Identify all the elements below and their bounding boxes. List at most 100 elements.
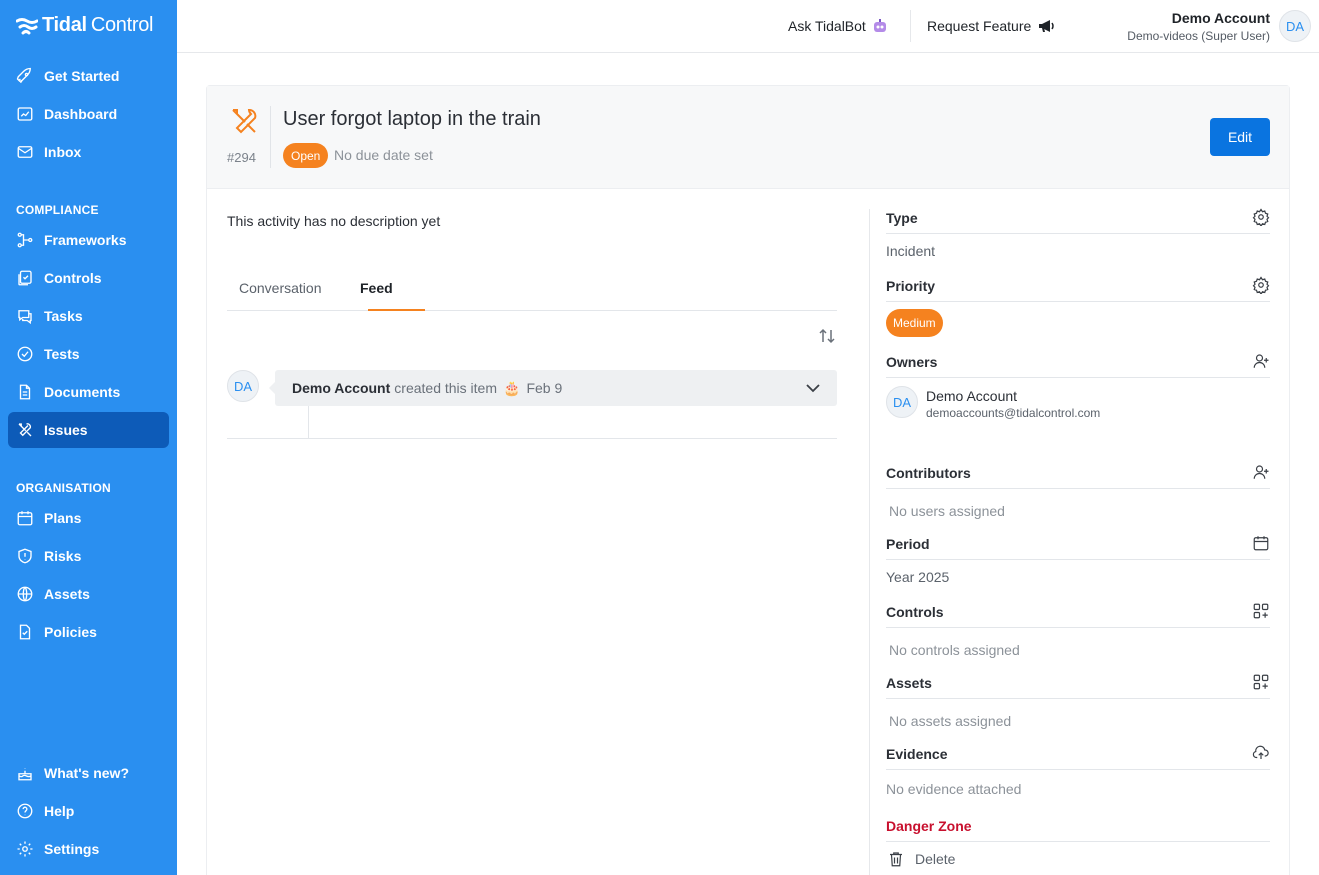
brand-logo[interactable]: Tidal Control (16, 14, 153, 37)
cloud-upload-icon[interactable] (1252, 744, 1270, 762)
contributors-heading: Contributors (886, 465, 971, 481)
add-grid-icon[interactable] (1252, 673, 1270, 691)
calendar-icon[interactable] (1252, 534, 1270, 552)
type-label: Type (886, 208, 1270, 234)
sidebar-item-dashboard[interactable]: Dashboard (8, 96, 169, 132)
issue-header: #294 User forgot laptop in the train Ope… (207, 86, 1289, 189)
delete-label: Delete (915, 851, 956, 867)
owners-heading: Owners (886, 354, 938, 370)
add-user-icon[interactable] (1252, 352, 1270, 370)
sidebar-item-label: Dashboard (44, 106, 118, 122)
chat-icon (18, 310, 32, 325)
shield-icon (18, 548, 32, 564)
sidebar-item-tests[interactable]: Tests (8, 336, 169, 372)
sidebar-item-label: Tasks (44, 308, 83, 324)
chevron-down-icon[interactable] (805, 381, 821, 395)
section-heading-organisation: ORGANISATION (16, 481, 111, 495)
feed-author: Demo Account (292, 380, 391, 396)
trash-icon (890, 852, 902, 867)
sidebar-item-policies[interactable]: Policies (8, 614, 169, 650)
feed-divider (227, 438, 837, 439)
active-tab-indicator (368, 309, 425, 311)
sidebar-item-help[interactable]: Help (8, 793, 169, 829)
issue-card: #294 User forgot laptop in the train Ope… (206, 85, 1290, 875)
owner-avatar: DA (886, 386, 918, 418)
document-icon (19, 384, 31, 400)
sidebar-item-documents[interactable]: Documents (8, 374, 169, 410)
account-role: Demo-videos (Super User) (1127, 29, 1270, 43)
sidebar-item-label: Documents (44, 384, 121, 400)
header-divider (270, 106, 271, 168)
period-label: Period (886, 536, 1270, 560)
sidebar-item-settings[interactable]: Settings (8, 831, 169, 867)
account-avatar[interactable]: DA (1279, 10, 1311, 42)
request-feature-label: Request Feature (927, 18, 1032, 34)
calendar-icon (17, 511, 33, 526)
edit-button[interactable]: Edit (1210, 118, 1270, 156)
assets-label: Assets (886, 673, 1270, 699)
controls-empty: No controls assigned (889, 642, 1020, 658)
gear-icon[interactable] (1252, 208, 1270, 226)
danger-zone-label: Danger Zone (886, 818, 1270, 842)
wave-logo-icon (16, 17, 38, 34)
top-bar: Ask TidalBot Request Feature Demo Accoun… (177, 0, 1319, 53)
sidebar-item-whats-new[interactable]: What's new? (8, 755, 169, 791)
assets-heading: Assets (886, 675, 932, 691)
evidence-heading: Evidence (886, 746, 948, 762)
owner-name: Demo Account (926, 388, 1018, 404)
cake-icon (18, 768, 32, 781)
feed-avatar: DA (227, 370, 259, 402)
help-icon (17, 803, 33, 819)
sidebar-item-assets[interactable]: Assets (8, 576, 169, 612)
feed-connector (308, 406, 309, 439)
status-badge: Open (283, 143, 329, 168)
priority-heading: Priority (886, 278, 936, 294)
controls-label: Controls (886, 602, 1270, 628)
priority-badge: Medium (886, 309, 943, 337)
feed-entry[interactable]: Demo Account created this item 🎂 Feb 9 (269, 370, 837, 406)
tab-feed[interactable]: Feed (360, 280, 393, 296)
issue-description: This activity has no description yet (227, 213, 441, 229)
page-title: User forgot laptop in the train (283, 108, 541, 130)
gear-icon (17, 841, 33, 857)
sidebar-item-label: Issues (44, 422, 88, 438)
sidebar-item-issues[interactable]: Issues (8, 412, 169, 448)
tab-conversation[interactable]: Conversation (239, 280, 322, 296)
delete-button[interactable]: Delete (887, 850, 955, 868)
brand-name-part2: Control (90, 14, 154, 36)
header-divider (910, 10, 911, 42)
check-circle-icon (17, 346, 33, 362)
feed-date: Feb 9 (526, 380, 563, 396)
sidebar-item-risks[interactable]: Risks (8, 538, 169, 574)
add-grid-icon[interactable] (1252, 602, 1270, 620)
account-name[interactable]: Demo Account (1172, 10, 1270, 26)
type-value: Incident (886, 243, 936, 259)
period-value: Year 2025 (886, 569, 950, 585)
controls-heading: Controls (886, 604, 944, 620)
evidence-label: Evidence (886, 744, 1270, 770)
frameworks-icon (17, 232, 33, 248)
danger-zone-heading: Danger Zone (886, 818, 972, 834)
sidebar-item-plans[interactable]: Plans (8, 500, 169, 536)
sidebar-item-label: Tests (44, 346, 80, 362)
sidebar: Tidal Control Get Started Dashboard Inbox… (0, 0, 177, 875)
sidebar-item-label: Policies (44, 624, 97, 640)
brand-name-part1: Tidal (42, 14, 87, 36)
tools-icon (18, 423, 32, 437)
request-feature-button[interactable]: Request Feature (927, 0, 1055, 52)
sidebar-item-controls[interactable]: Controls (8, 260, 169, 296)
ask-tidalbot-button[interactable]: Ask TidalBot (788, 0, 888, 52)
sidebar-item-label: Assets (44, 586, 90, 602)
sidebar-item-inbox[interactable]: Inbox (8, 134, 169, 170)
sort-icon[interactable] (817, 326, 837, 346)
sidebar-item-tasks[interactable]: Tasks (8, 298, 169, 334)
sidebar-item-frameworks[interactable]: Frameworks (8, 222, 169, 258)
controls-icon (18, 270, 32, 286)
gear-icon[interactable] (1252, 276, 1270, 294)
section-heading-compliance: COMPLIANCE (16, 203, 99, 217)
add-user-icon[interactable] (1252, 463, 1270, 481)
due-date: No due date set (334, 147, 433, 163)
priority-label: Priority (886, 276, 1270, 302)
sidebar-item-get-started[interactable]: Get Started (8, 58, 169, 94)
sidebar-item-label: Help (44, 803, 75, 819)
